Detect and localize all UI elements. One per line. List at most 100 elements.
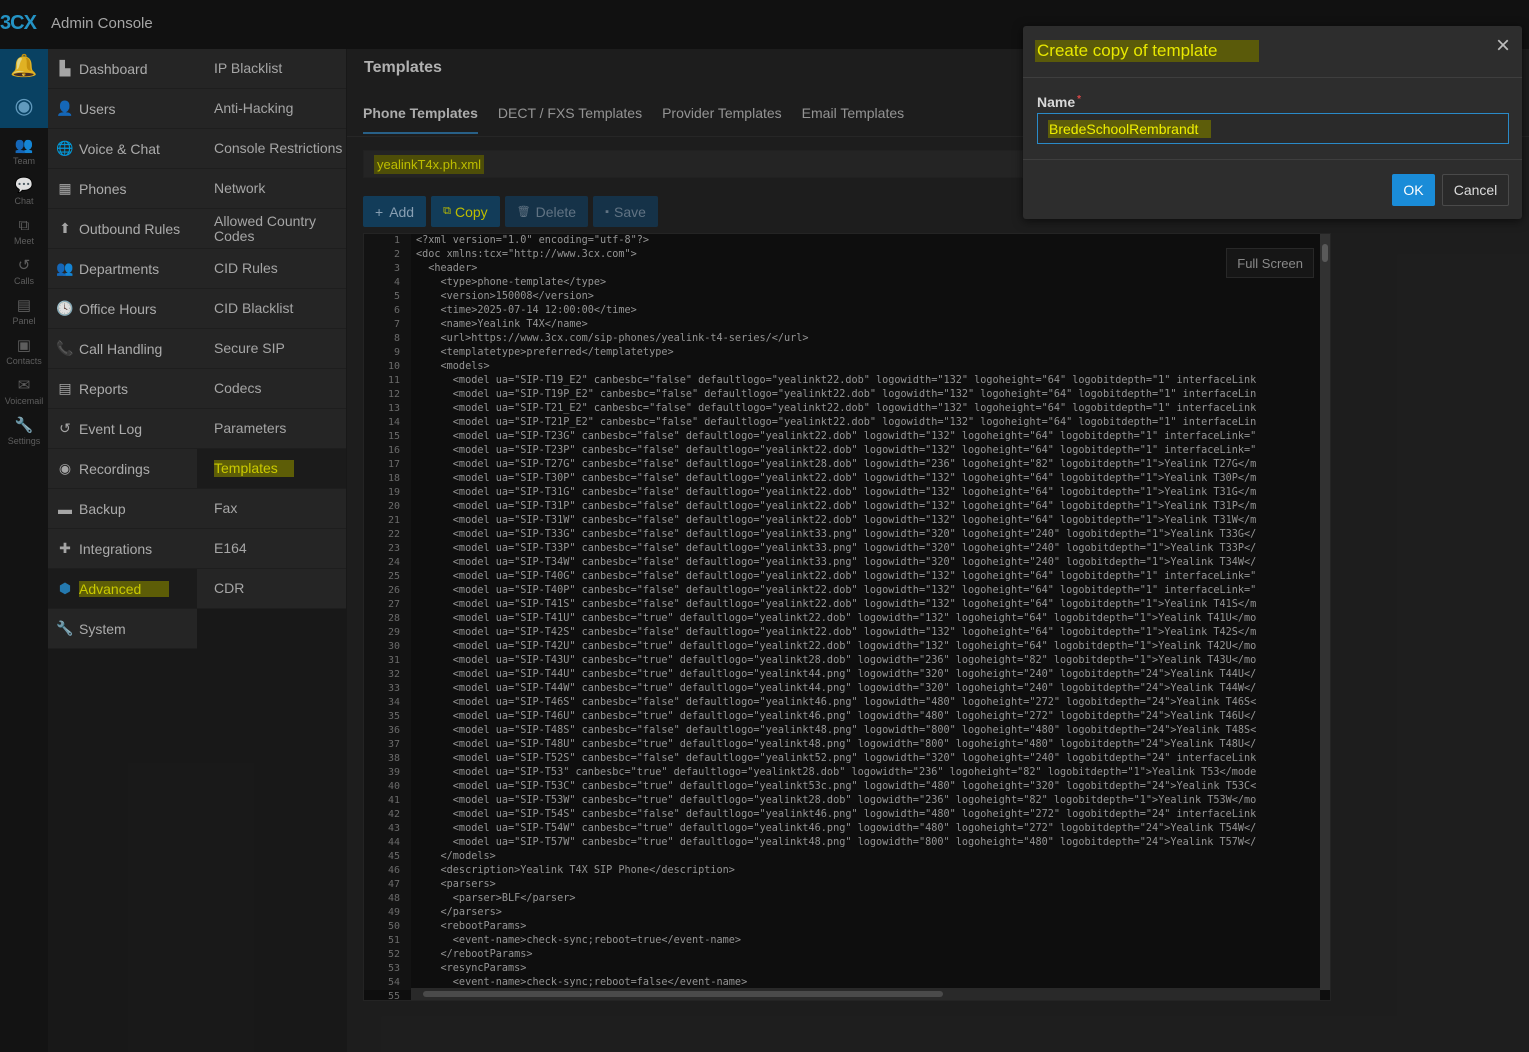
subnav-allowed-country-codes[interactable]: Allowed Country Codes [197, 209, 346, 249]
code-line: <event-name>check-sync;reboot=true</even… [416, 935, 742, 946]
line-number: 13 [387, 403, 400, 414]
code-line: <model ua="SIP-T31G" canbesbc="false" de… [416, 487, 1257, 498]
tab-provider-templates[interactable]: Provider Templates [662, 105, 782, 134]
cancel-button[interactable]: Cancel [1442, 174, 1509, 206]
horizontal-scroll-thumb[interactable] [423, 991, 943, 997]
save-button[interactable]: ▪ Save [593, 196, 658, 227]
rail-panel[interactable]: ▤ Panel [0, 296, 48, 336]
nav-office-hours[interactable]: 🕓 Office Hours [48, 289, 197, 329]
vertical-scroll-thumb[interactable] [1322, 244, 1328, 262]
line-number: 27 [387, 599, 400, 610]
line-number: 7 [393, 319, 400, 330]
copy-button[interactable]: ⧉ Copy [431, 196, 500, 227]
code-line: <model ua="SIP-T54W" canbesbc="true" def… [416, 823, 1257, 834]
template-tabs: Phone Templates DECT / FXS Templates Pro… [363, 105, 904, 134]
horizontal-scrollbar[interactable] [411, 988, 1320, 1000]
nav-advanced[interactable]: ⬢ Advanced [48, 569, 197, 609]
code-line: <model ua="SIP-T41U" canbesbc="true" def… [416, 613, 1257, 624]
logo-text: 3CX [0, 12, 37, 34]
rail-voicemail[interactable]: ✉ Voicemail [0, 376, 48, 416]
subnav-anti-hacking[interactable]: Anti-Hacking [197, 89, 346, 129]
ok-button[interactable]: OK [1392, 174, 1435, 206]
name-input[interactable]: BredeSchoolRembrandt [1037, 113, 1509, 144]
puzzle-icon: ✚ [59, 540, 71, 556]
rail-chat[interactable]: 💬 Chat [0, 176, 48, 216]
close-icon[interactable]: × [1496, 34, 1510, 58]
subnav-cid-blacklist[interactable]: CID Blacklist [197, 289, 346, 329]
required-mark: * [1077, 94, 1082, 105]
code-line: <?xml version="1.0" encoding="utf-8"?> [416, 235, 650, 246]
name-label-text: Name [1037, 94, 1076, 110]
nav-phones[interactable]: ▦ Phones [48, 169, 197, 209]
code-line: <model ua="SIP-T40G" canbesbc="false" de… [416, 571, 1257, 582]
nav-voice-chat[interactable]: 🌐 Voice & Chat [48, 129, 197, 169]
meet-icon: ⧉ [18, 217, 30, 234]
subnav-codecs[interactable]: Codecs [197, 369, 346, 409]
team-icon: 👥 [14, 137, 34, 154]
code-editor[interactable]: 1 2 3 4 5 6 7 8 9 10 11 12 13 14 15 16 17 18 19 20 21 22 23 24 2… [363, 233, 1331, 1001]
code-text[interactable]: <?xml version="1.0" encoding="utf-8"?> <d… [416, 234, 1320, 990]
line-number: 55 [387, 991, 400, 1001]
line-number: 10 [387, 361, 400, 372]
subnav-ip-blacklist[interactable]: IP Blacklist [197, 49, 346, 89]
nav-call-handling[interactable]: 📞 Call Handling [48, 329, 197, 369]
code-line: <header> [416, 263, 478, 274]
code-line: <doc xmlns:tcx="http://www.3cx.com"> [416, 249, 637, 260]
nav-backup[interactable]: ▬ Backup [48, 489, 197, 529]
subnav-label: E164 [214, 540, 247, 556]
nav-integrations[interactable]: ✚ Integrations [48, 529, 197, 569]
line-number: 12 [387, 389, 400, 400]
subnav-label: Anti-Hacking [214, 100, 294, 116]
code-line: <model ua="SIP-T54S" canbesbc="false" de… [416, 809, 1257, 820]
subnav-cid-rules[interactable]: CID Rules [197, 249, 346, 289]
rail-panel-label: Panel [12, 316, 36, 326]
line-number: 5 [393, 291, 400, 302]
admin-button[interactable]: ◉ [0, 92, 48, 132]
rail-settings[interactable]: 🔧 Settings [0, 416, 48, 456]
subnav-parameters[interactable]: Parameters [197, 409, 346, 449]
tab-email-templates[interactable]: Email Templates [802, 105, 904, 134]
nav-outbound-rules[interactable]: ⬆ Outbound Rules [48, 209, 197, 249]
subnav-e164[interactable]: E164 [197, 529, 346, 569]
clock-icon: 🕓 [56, 300, 74, 316]
tab-dect-fxs-templates[interactable]: DECT / FXS Templates [498, 105, 642, 134]
subnav-secure-sip[interactable]: Secure SIP [197, 329, 346, 369]
delete-button[interactable]: 🗑 Delete [504, 196, 589, 227]
nav-dashboard[interactable]: ▙ Dashboard [48, 49, 197, 89]
nav-label: Dashboard [79, 60, 148, 77]
full-screen-button[interactable]: Full Screen [1226, 248, 1314, 278]
code-line: <model ua="SIP-T53C" canbesbc="true" def… [416, 781, 1257, 792]
vertical-scrollbar[interactable] [1320, 234, 1330, 990]
code-line: <parsers> [416, 879, 496, 890]
template-select[interactable]: yealinkT4x.ph.xml [363, 150, 1023, 178]
nav-departments[interactable]: 👥 Departments [48, 249, 197, 289]
rail-team[interactable]: 👥 Team [0, 136, 48, 176]
calls-icon: ↺ [17, 257, 31, 274]
subnav-label: Parameters [214, 420, 287, 436]
rail-calls[interactable]: ↺ Calls [0, 256, 48, 296]
subnav-label: Codecs [214, 380, 262, 396]
subnav-cdr[interactable]: CDR [197, 569, 346, 609]
rail-contacts[interactable]: ▣ Contacts [0, 336, 48, 376]
subnav-fax[interactable]: Fax [197, 489, 346, 529]
notifications-button[interactable]: 🔔 [0, 52, 48, 92]
nav-system[interactable]: 🔧 System [48, 609, 197, 649]
subnav-console-restrictions[interactable]: Console Restrictions [197, 129, 346, 169]
add-button[interactable]: + Add [363, 196, 427, 227]
subnav-label: Templates [214, 460, 294, 477]
code-line: <model ua="SIP-T46S" canbesbc="false" de… [416, 697, 1257, 708]
nav-recordings[interactable]: ◉ Recordings [48, 449, 197, 489]
code-line: <time>2025-07-14 12:00:00</time> [416, 305, 637, 316]
subnav-network[interactable]: Network [197, 169, 346, 209]
nav-users[interactable]: 👤 Users [48, 89, 197, 129]
subnav-templates[interactable]: Templates [197, 449, 346, 489]
subnav-label: Fax [214, 500, 238, 516]
tab-phone-templates[interactable]: Phone Templates [363, 105, 478, 134]
rail-meet[interactable]: ⧉ Meet [0, 216, 48, 256]
nav-event-log[interactable]: ↺ Event Log [48, 409, 197, 449]
rail-calls-label: Calls [13, 276, 34, 286]
nav-reports[interactable]: ▤ Reports [48, 369, 197, 409]
dialog-divider [1023, 159, 1522, 160]
record-icon: ◉ [58, 460, 72, 476]
nav-label: Reports [79, 380, 129, 397]
